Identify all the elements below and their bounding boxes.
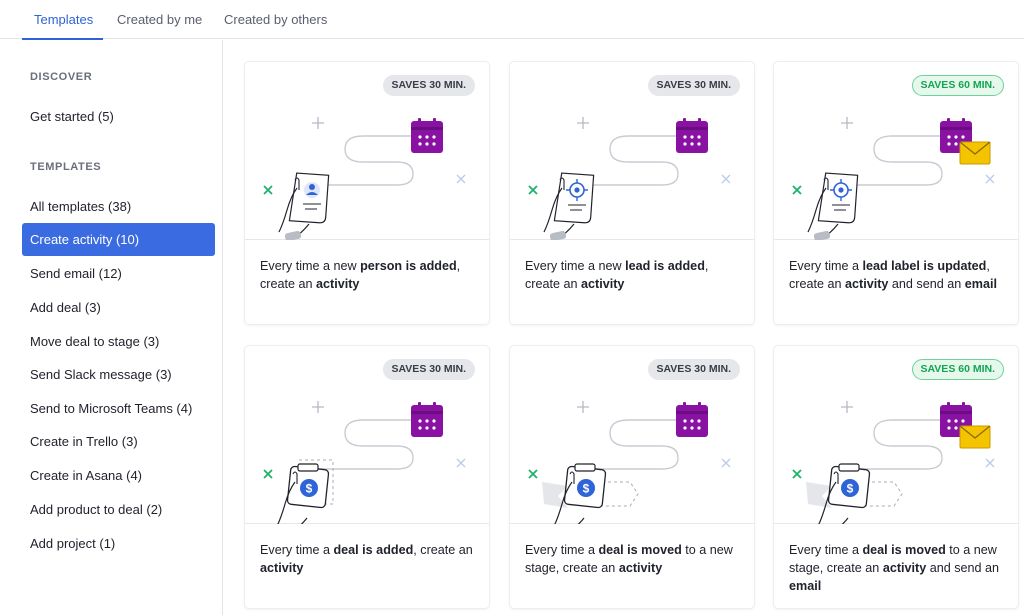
sidebar-item-all-templates[interactable]: All templates (38) xyxy=(22,190,215,223)
time-saved-badge: SAVES 30 MIN. xyxy=(647,359,740,380)
lead-target-icon xyxy=(553,172,595,224)
description-text: Every time a new xyxy=(260,259,361,273)
sidebar: DISCOVER Get started (5) TEMPLATES All t… xyxy=(0,40,223,615)
description-text: and send an xyxy=(888,277,965,291)
calendar-icon xyxy=(676,118,708,153)
sidebar-item-send-email[interactable]: Send email (12) xyxy=(22,257,215,290)
calendar-icon xyxy=(411,402,443,437)
svg-text:$: $ xyxy=(583,482,590,496)
template-card-lead-added[interactable]: SAVES 30 MIN. Every time a new lead is a… xyxy=(510,62,754,324)
sidebar-item-get-started[interactable]: Get started (5) xyxy=(22,100,215,133)
sidebar-item-create-in-asana[interactable]: Create in Asana (4) xyxy=(22,459,215,492)
lead-target-icon xyxy=(817,172,859,224)
svg-text:$: $ xyxy=(847,482,854,496)
template-card-deal-added[interactable]: $ SAVES 30 MIN. Every time a deal is add… xyxy=(245,346,489,608)
description-text: Every time a xyxy=(525,543,599,557)
sidebar-heading-templates: TEMPLATES xyxy=(30,161,102,173)
description-keyword: activity xyxy=(845,277,889,291)
description-keyword: activity xyxy=(316,277,360,291)
description-keyword: person is added xyxy=(360,259,457,273)
card-description: Every time a lead label is updated, crea… xyxy=(789,257,1006,293)
sidebar-item-move-deal-to-stage[interactable]: Move deal to stage (3) xyxy=(22,325,215,358)
card-description: Every time a deal is moved to a new stag… xyxy=(789,541,1006,595)
description-text: , create an xyxy=(413,543,473,557)
description-keyword: activity xyxy=(260,561,304,575)
template-card-lead-label-updated[interactable]: SAVES 60 MIN. Every time a lead label is… xyxy=(774,62,1018,324)
calendar-icon xyxy=(676,402,708,437)
sidebar-item-send-slack-message[interactable]: Send Slack message (3) xyxy=(22,358,215,391)
description-text: and send an xyxy=(926,561,1000,575)
description-keyword: deal is added xyxy=(333,543,414,557)
description-keyword: lead is added xyxy=(625,259,705,273)
card-description: Every time a deal is moved to a new stag… xyxy=(525,541,742,577)
envelope-icon xyxy=(959,425,991,449)
description-text: Every time a xyxy=(260,543,334,557)
description-keyword: activity xyxy=(581,277,625,291)
description-keyword: activity xyxy=(882,561,927,575)
sidebar-item-create-in-trello[interactable]: Create in Trello (3) xyxy=(22,425,215,458)
card-description: Every time a new lead is added, create a… xyxy=(525,257,742,293)
time-saved-badge: SAVES 30 MIN. xyxy=(382,359,475,380)
sidebar-item-add-product-to-deal[interactable]: Add product to deal (2) xyxy=(22,493,215,526)
deal-dollar-icon: $ xyxy=(542,463,639,509)
description-text: Every time a new xyxy=(525,259,626,273)
description-keyword: deal is moved xyxy=(598,543,682,557)
time-saved-badge: SAVES 30 MIN. xyxy=(382,75,475,96)
description-keyword: deal is moved xyxy=(862,543,946,557)
template-card-deal-moved[interactable]: $ SAVES 30 MIN. Every time a deal is mov… xyxy=(510,346,754,608)
sidebar-item-add-deal[interactable]: Add deal (3) xyxy=(22,291,215,324)
tab-created-by-others[interactable]: Created by others xyxy=(224,0,327,39)
description-text: Every time a xyxy=(789,543,863,557)
description-keyword: email xyxy=(964,277,997,291)
card-description: Every time a deal is added, create an ac… xyxy=(260,541,477,577)
svg-text:$: $ xyxy=(306,482,313,496)
person-document-icon xyxy=(288,172,330,224)
sidebar-item-send-to-microsoft-teams[interactable]: Send to Microsoft Teams (4) xyxy=(22,392,215,425)
time-saved-badge: SAVES 60 MIN. xyxy=(911,75,1004,96)
sidebar-item-create-activity[interactable]: Create activity (10) xyxy=(22,223,215,256)
description-keyword: activity xyxy=(618,561,663,575)
time-saved-badge: SAVES 30 MIN. xyxy=(647,75,740,96)
description-keyword: lead label is updated xyxy=(862,259,987,273)
time-saved-badge: SAVES 60 MIN. xyxy=(911,359,1004,380)
card-description: Every time a new person is added, create… xyxy=(260,257,477,293)
tab-bar: Templates Created by me Created by other… xyxy=(0,0,1024,40)
sidebar-item-add-project[interactable]: Add project (1) xyxy=(22,527,215,560)
template-card-person-added[interactable]: SAVES 30 MIN. Every time a new person is… xyxy=(245,62,489,324)
calendar-icon xyxy=(411,118,443,153)
description-keyword: email xyxy=(789,579,822,593)
template-card-deal-moved-email[interactable]: $ SAVES 60 MIN. Every time a deal is mov… xyxy=(774,346,1018,608)
tab-created-by-me[interactable]: Created by me xyxy=(117,0,202,39)
description-text: Every time a xyxy=(789,259,863,273)
tab-templates[interactable]: Templates xyxy=(21,0,104,40)
sidebar-heading-discover: DISCOVER xyxy=(30,71,93,83)
envelope-icon xyxy=(959,141,991,165)
deal-dollar-icon: $ xyxy=(806,463,903,509)
